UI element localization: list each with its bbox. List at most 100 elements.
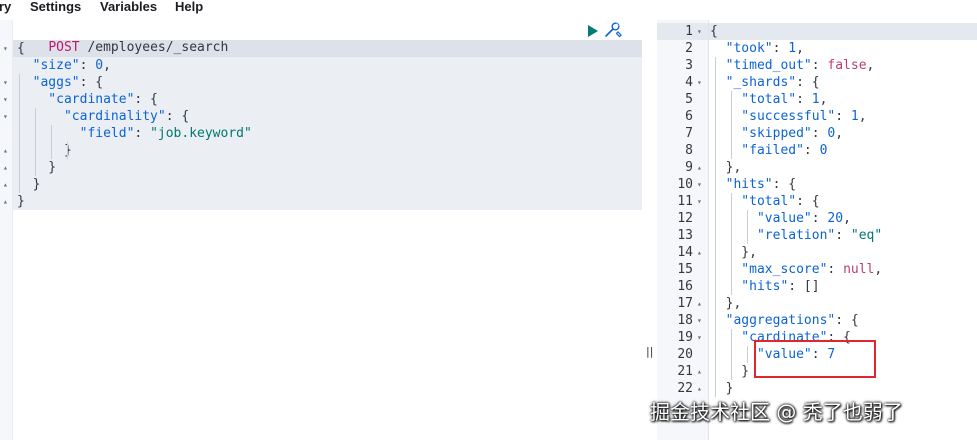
- line-number: 9: [685, 160, 693, 175]
- code-token: ,: [103, 58, 111, 73]
- code-token: {: [710, 24, 718, 39]
- code-token: {: [17, 41, 25, 56]
- line-number: 20: [677, 347, 693, 362]
- line-number: 19: [677, 330, 693, 345]
- wrench-icon[interactable]: [604, 22, 622, 38]
- fold-close-icon[interactable]: ▴: [697, 244, 702, 261]
- line-number: 14: [677, 245, 693, 260]
- code-token: "value": [710, 211, 812, 226]
- code-line[interactable]: "aggs": {: [17, 74, 103, 91]
- code-token: ,: [843, 211, 851, 226]
- indent-guide: [51, 125, 52, 159]
- code-line[interactable]: "aggregations": {: [710, 312, 859, 329]
- code-line[interactable]: "_shards": {: [710, 74, 820, 91]
- fold-open-icon[interactable]: ▾: [697, 23, 702, 40]
- line-number: 4: [685, 75, 693, 90]
- code-line[interactable]: "relation": "eq": [710, 227, 882, 244]
- fold-close-icon[interactable]: ▴: [3, 159, 8, 176]
- code-line[interactable]: "cardinality": {: [17, 108, 189, 125]
- line-number: 11: [677, 194, 693, 209]
- code-token: : {: [835, 313, 859, 328]
- fold-open-icon[interactable]: ▾: [697, 74, 702, 91]
- code-line[interactable]: }: [17, 176, 41, 193]
- fold-open-icon[interactable]: ▾: [3, 91, 8, 108]
- fold-open-icon[interactable]: ▾: [3, 108, 8, 125]
- code-token: "took": [710, 41, 773, 56]
- code-line[interactable]: "hits": {: [710, 176, 796, 193]
- code-token: ,: [874, 262, 883, 277]
- code-token: ,: [858, 109, 867, 124]
- code-line[interactable]: "total": {: [710, 193, 819, 210]
- code-line[interactable]: "field": "job.keyword": [17, 125, 252, 142]
- code-token: }: [17, 160, 57, 175]
- code-token: }: [17, 143, 72, 158]
- code-token: false: [827, 58, 867, 73]
- code-token: "cardinate": [17, 92, 135, 107]
- code-token: }: [17, 194, 25, 209]
- fold-open-icon[interactable]: ▾: [3, 40, 8, 57]
- code-line[interactable]: "cardinate": {: [17, 91, 158, 108]
- indent-guide: [19, 74, 20, 193]
- line-number: 3: [685, 58, 693, 73]
- line-number: 13: [677, 228, 693, 243]
- code-token: "timed_out": [710, 58, 812, 73]
- code-line[interactable]: }: [710, 380, 734, 397]
- menu-item-history[interactable]: ry: [0, 0, 11, 14]
- line-number: 6: [685, 109, 693, 124]
- code-token: },: [710, 245, 757, 260]
- fold-close-icon[interactable]: ▴: [697, 363, 702, 380]
- code-token: :: [827, 262, 844, 277]
- menu-item-help[interactable]: Help: [175, 0, 203, 14]
- code-line[interactable]: "timed_out": false,: [710, 57, 875, 74]
- code-token: 0: [95, 58, 104, 73]
- fold-open-icon[interactable]: ▾: [697, 193, 702, 210]
- code-line[interactable]: "max_score": null,: [710, 261, 882, 278]
- code-token: ,: [866, 58, 875, 73]
- fold-close-icon[interactable]: ▴: [3, 176, 8, 193]
- fold-open-icon[interactable]: ▾: [697, 329, 702, 346]
- code-line[interactable]: "took": 1,: [710, 40, 804, 57]
- code-line[interactable]: {: [710, 23, 718, 40]
- code-token: :: [835, 228, 851, 243]
- line-number: 10: [677, 177, 693, 192]
- code-token: : {: [772, 177, 797, 192]
- indent-guide: [715, 57, 716, 397]
- code-line[interactable]: "successful": 1,: [710, 108, 867, 125]
- line-number: 12: [677, 211, 693, 226]
- fold-close-icon[interactable]: ▴: [697, 380, 702, 397]
- code-token: 1: [811, 92, 820, 107]
- request-editor[interactable]: POST /employees/_search { "size": 0, "ag…: [0, 20, 642, 440]
- code-token: 20: [827, 211, 844, 226]
- fold-close-icon[interactable]: ▴: [697, 295, 702, 312]
- code-token: : []: [788, 279, 820, 294]
- code-token: "aggs": [17, 75, 80, 90]
- code-line[interactable]: }: [17, 159, 56, 176]
- splitter-handle[interactable]: ||: [646, 345, 653, 358]
- code-token: :: [134, 126, 151, 141]
- line-number: 18: [677, 313, 693, 328]
- fold-close-icon[interactable]: ▴: [697, 159, 702, 176]
- fold-close-icon[interactable]: ▴: [3, 142, 8, 159]
- indent-guide: [747, 346, 748, 363]
- menu-item-variables[interactable]: Variables: [100, 0, 157, 14]
- code-line[interactable]: },: [710, 244, 757, 261]
- watermark: 掘金技术社区 @ 秃了也弱了: [650, 400, 903, 424]
- fold-open-icon[interactable]: ▾: [3, 74, 8, 91]
- code-line[interactable]: {: [17, 40, 25, 57]
- fold-open-icon[interactable]: ▾: [697, 312, 702, 329]
- code-line[interactable]: "hits": []: [710, 278, 820, 295]
- code-line[interactable]: "failed": 0: [710, 142, 827, 159]
- code-line[interactable]: }: [17, 193, 25, 210]
- code-token: 0: [819, 143, 828, 158]
- indent-guide: [67, 142, 68, 159]
- code-line[interactable]: "total": 1,: [710, 91, 827, 108]
- request-line[interactable]: POST /employees/_search: [17, 22, 228, 55]
- play-icon[interactable]: [588, 25, 598, 37]
- fold-open-icon[interactable]: ▾: [697, 176, 702, 193]
- menu-bar: ry Settings Variables Help: [0, 0, 977, 16]
- code-line[interactable]: }: [17, 142, 72, 159]
- code-line[interactable]: "skipped": 0,: [710, 125, 843, 142]
- menu-item-settings[interactable]: Settings: [30, 0, 81, 14]
- code-line[interactable]: "size": 0,: [17, 57, 111, 74]
- fold-close-icon[interactable]: ▴: [3, 193, 8, 210]
